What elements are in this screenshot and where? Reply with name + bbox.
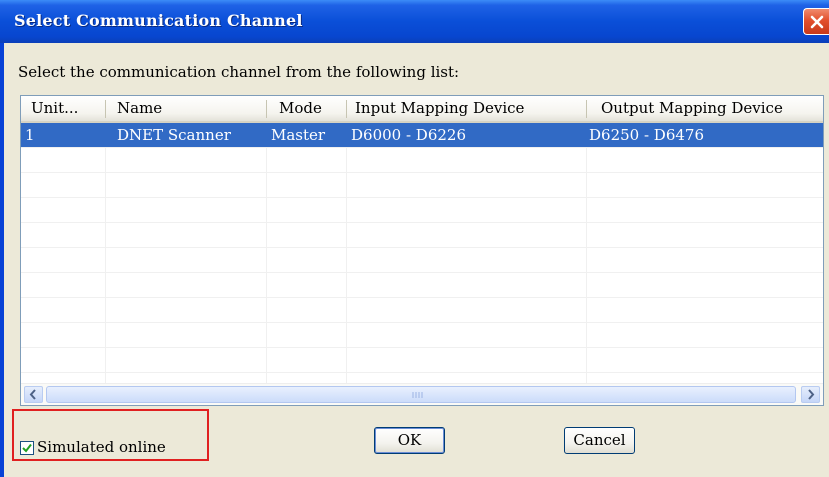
column-header-name[interactable]: Name <box>117 96 257 121</box>
empty-row <box>21 323 823 348</box>
column-header-mode[interactable]: Mode <box>279 96 349 121</box>
simulated-online-checkbox[interactable] <box>20 441 34 455</box>
column-header-input-mapping[interactable]: Input Mapping Device <box>355 96 580 121</box>
cell-input-mapping: D6000 - D6226 <box>351 126 467 144</box>
title-bar[interactable]: Select Communication Channel <box>0 0 829 43</box>
scroll-thumb[interactable] <box>46 386 796 403</box>
column-divider[interactable] <box>586 100 587 118</box>
empty-row <box>21 248 823 273</box>
empty-row <box>21 273 823 298</box>
empty-row <box>21 173 823 198</box>
instruction-text: Select the communication channel from th… <box>18 63 460 81</box>
grip-icon <box>412 392 423 398</box>
empty-row <box>21 298 823 323</box>
cell-unit: 1 <box>25 126 35 144</box>
close-button[interactable] <box>803 8 829 35</box>
column-divider[interactable] <box>346 100 347 118</box>
scroll-right-button[interactable] <box>801 386 820 403</box>
dialog-title: Select Communication Channel <box>14 11 303 30</box>
horizontal-scrollbar[interactable] <box>21 383 823 405</box>
cancel-button[interactable]: Cancel <box>564 427 635 454</box>
channel-list[interactable]: Unit... Name Mode Input Mapping Device O… <box>20 95 824 406</box>
column-divider[interactable] <box>105 100 106 118</box>
arrow-right-icon <box>808 389 815 400</box>
cell-name: DNET Scanner <box>117 126 231 144</box>
column-header-unit[interactable]: Unit... <box>31 96 101 121</box>
arrow-left-icon <box>29 389 36 400</box>
scroll-left-button[interactable] <box>24 386 43 403</box>
close-icon <box>810 15 824 29</box>
dialog-window: Select Communication Channel Select the … <box>0 0 829 477</box>
table-row[interactable]: 1 DNET Scanner Master D6000 - D6226 D625… <box>21 123 823 148</box>
list-header: Unit... Name Mode Input Mapping Device O… <box>21 96 823 123</box>
empty-row <box>21 223 823 248</box>
empty-row <box>21 348 823 373</box>
cell-output-mapping: D6250 - D6476 <box>589 126 705 144</box>
column-header-output-mapping[interactable]: Output Mapping Device <box>601 96 823 121</box>
column-divider[interactable] <box>266 100 267 118</box>
checkmark-icon <box>22 443 32 453</box>
ok-button[interactable]: OK <box>374 427 445 454</box>
dialog-body: Select the communication channel from th… <box>4 43 829 477</box>
empty-row <box>21 148 823 173</box>
simulated-online-label[interactable]: Simulated online <box>37 438 166 456</box>
cell-mode: Master <box>271 126 326 144</box>
empty-row <box>21 198 823 223</box>
